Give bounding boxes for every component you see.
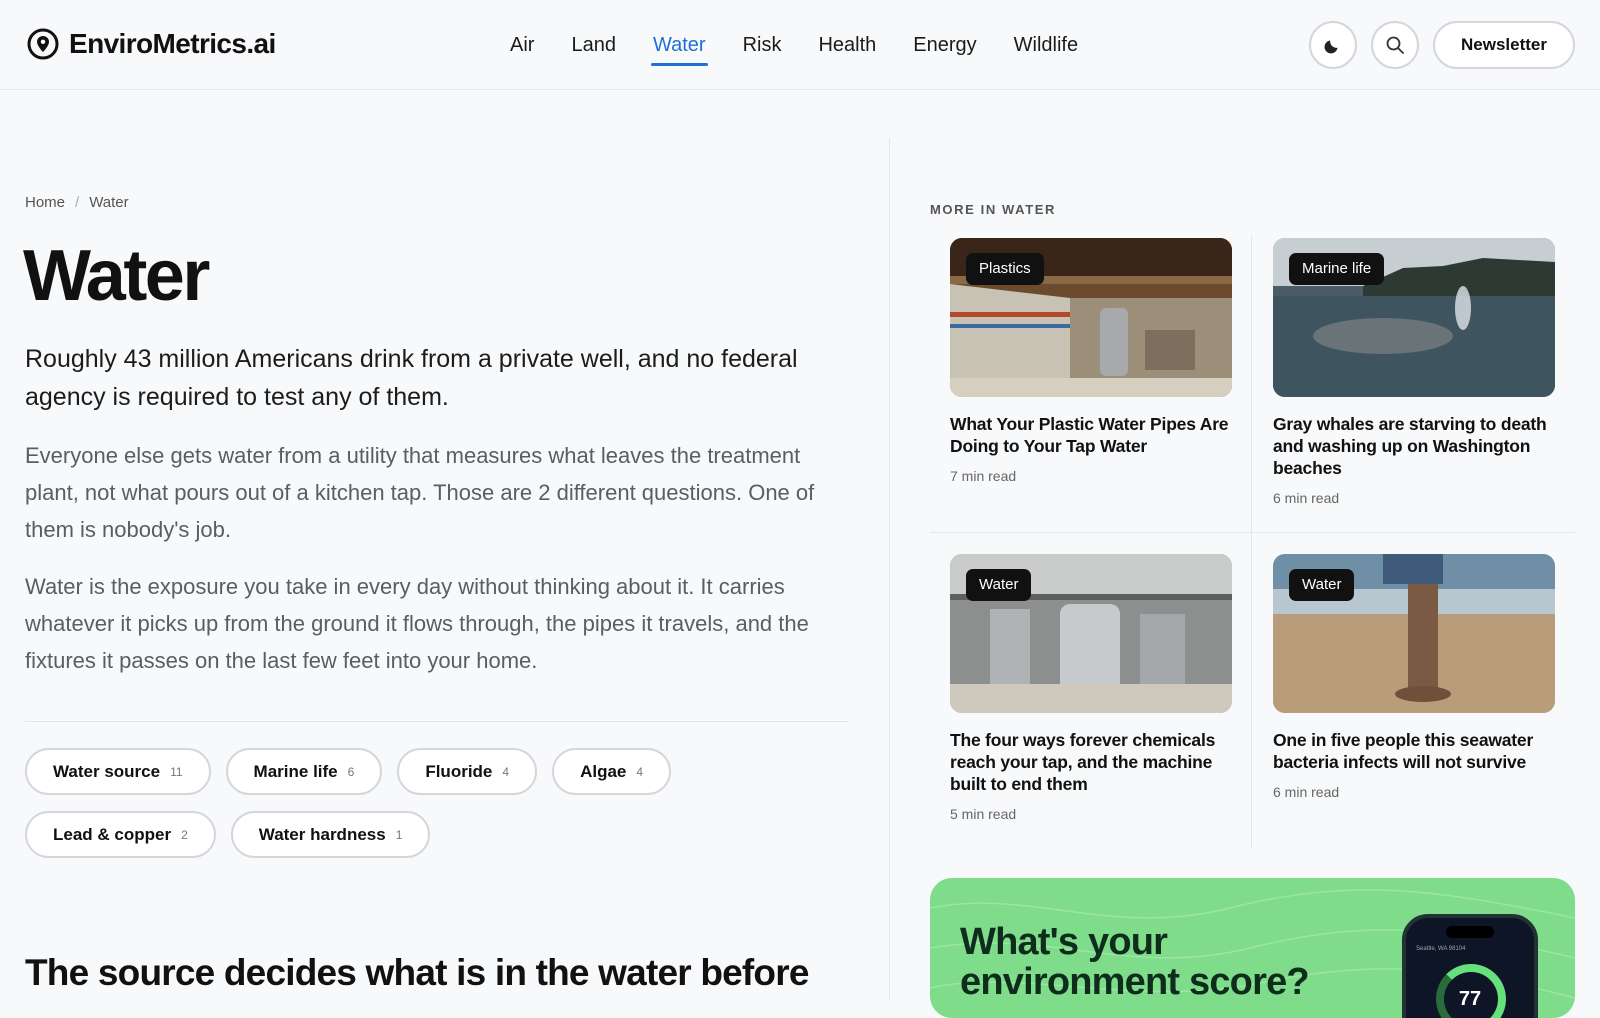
nav-item-land[interactable]: Land [571,0,616,90]
breadcrumb-separator: / [75,194,80,211]
column-divider [889,138,890,1000]
grid-divider-vertical [1251,236,1252,848]
tag-algae[interactable]: Algae 4 [552,748,672,795]
site-logo[interactable]: EnviroMetrics.ai [27,28,276,60]
theme-toggle-button[interactable] [1309,21,1357,69]
article-thumbnail: Marine life [1273,238,1555,397]
more-in-water-label: MORE IN WATER [930,202,1056,217]
page-title: Water [23,236,210,316]
topic-tags: Water source 11 Marine life 6 Fluoride 4… [25,748,848,858]
category-badge: Water [1289,569,1355,601]
category-badge: Plastics [966,253,1044,285]
breadcrumb: Home / Water [25,194,129,211]
breadcrumb-current: Water [89,194,129,211]
intro-paragraph-1: Everyone else gets water from a utility … [25,443,815,542]
intro-paragraph-2: Water is the exposure you take in every … [25,574,809,673]
tag-lead-copper[interactable]: Lead & copper 2 [25,811,216,858]
main-nav: Air Land Water Risk Health Energy Wildli… [510,0,1115,90]
divider [25,721,848,722]
tag-count: 1 [395,827,403,842]
tag-label: Algae [580,761,627,781]
phone-mockup: Seattle, WA 98104 77 [1402,914,1538,1018]
article-card[interactable]: Plastics What Your Plastic Water Pipes A… [950,238,1232,484]
tag-count: 4 [502,764,510,779]
article-title: One in five people this seawater bacteri… [1273,730,1534,772]
tag-count: 2 [181,827,188,842]
phone-location: Seattle, WA 98104 [1416,946,1466,952]
article-thumbnail: Water [950,554,1232,713]
read-time: 5 min read [950,806,1017,822]
nav-item-health[interactable]: Health [818,0,876,90]
promo-title: What's your environment score? [960,921,1310,1003]
breadcrumb-home[interactable]: Home [25,194,65,211]
nav-item-air[interactable]: Air [510,0,534,90]
tag-label: Fluoride [425,761,493,781]
tag-label: Water hardness [258,824,386,844]
moon-icon [1324,40,1338,54]
tag-fluoride[interactable]: Fluoride 4 [397,748,538,795]
article-title: What Your Plastic Water Pipes Are Doing … [950,414,1229,456]
section-heading: The source decides what is in the water … [25,952,809,993]
article-card[interactable]: Marine life Gray whales are starving to … [1273,238,1555,506]
article-card[interactable]: Water The four ways forever chemicals re… [950,554,1232,822]
grid-divider-horizontal [930,532,1575,533]
read-time: 7 min read [950,468,1017,484]
read-time: 6 min read [1273,784,1340,800]
phone-notch [1446,926,1494,938]
tag-label: Water source [53,761,161,781]
tag-label: Lead & copper [53,824,172,844]
lead-paragraph: Roughly 43 million Americans drink from … [25,345,798,411]
article-card[interactable]: Water One in five people this seawater b… [1273,554,1555,800]
tag-count: 6 [347,764,355,779]
tag-count: 11 [170,764,183,779]
newsletter-button[interactable]: Newsletter [1433,21,1575,69]
site-name: EnviroMetrics.ai [69,28,276,59]
tag-count: 4 [636,764,644,779]
search-icon [1386,36,1404,54]
category-badge: Marine life [1289,253,1385,285]
tag-label: Marine life [253,761,338,781]
search-button[interactable] [1371,21,1419,69]
read-time: 6 min read [1273,490,1340,506]
nav-item-water[interactable]: Water [650,0,708,90]
nav-item-risk[interactable]: Risk [743,0,782,90]
category-badge: Water [966,569,1032,601]
nav-item-wildlife[interactable]: Wildlife [1014,0,1078,90]
tag-water-source[interactable]: Water source 11 [25,748,211,795]
logo-icon [27,28,59,60]
article-title: Gray whales are starving to death and wa… [1273,414,1547,478]
environment-score-promo[interactable]: What's your environment score? Seattle, … [930,878,1575,1018]
tag-water-hardness[interactable]: Water hardness 1 [230,811,431,858]
article-thumbnail: Water [1273,554,1555,713]
nav-item-energy[interactable]: Energy [913,0,976,90]
tag-marine-life[interactable]: Marine life 6 [225,748,383,795]
article-thumbnail: Plastics [950,238,1232,397]
article-title: The four ways forever chemicals reach yo… [950,730,1216,794]
site-header: EnviroMetrics.ai Air Land Water Risk Hea… [0,0,1600,90]
